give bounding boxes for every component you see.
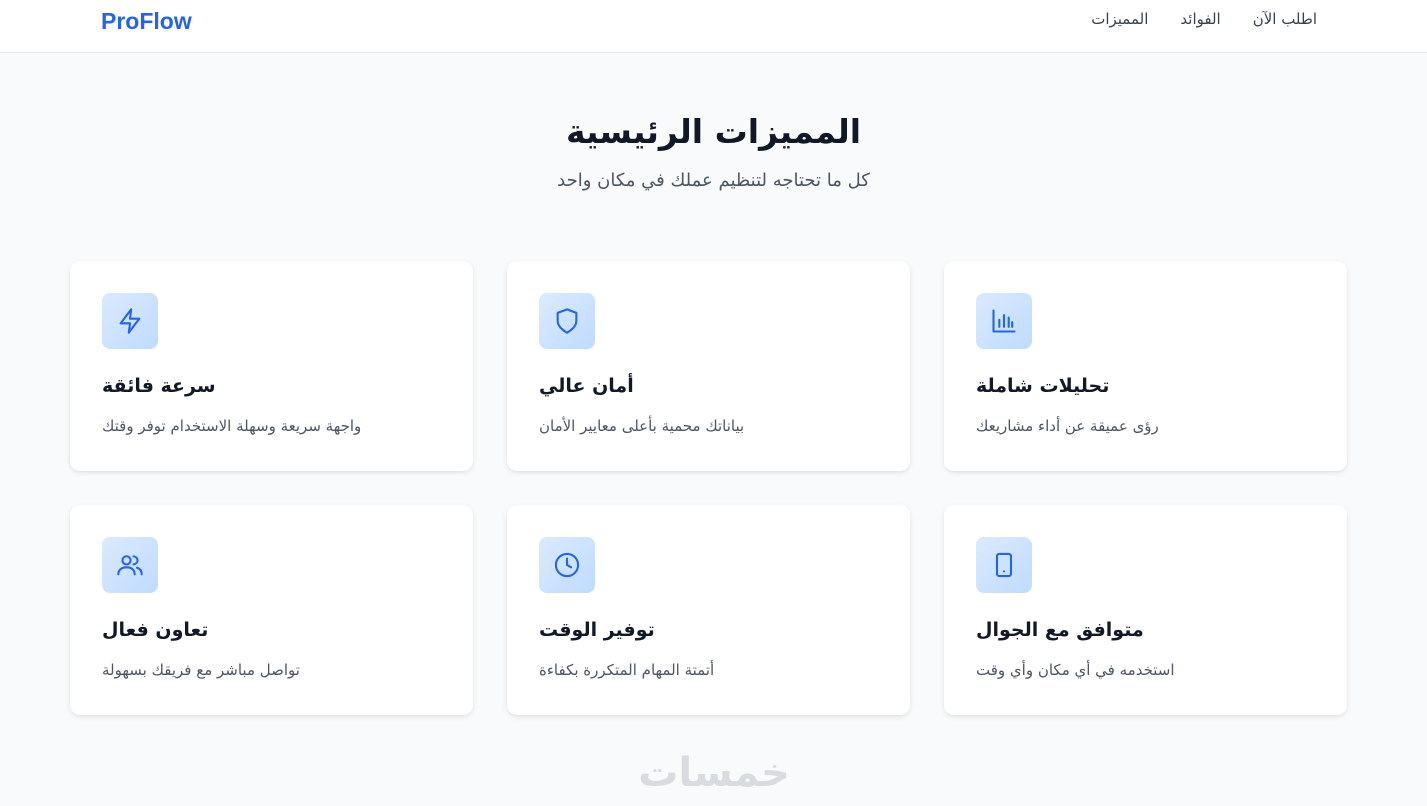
feature-card-mobile: متوافق مع الجوال استخدمه في أي مكان وأي … [944, 505, 1347, 715]
bar-chart-icon [976, 293, 1032, 349]
feature-card-time-saving: توفير الوقت أتمتة المهام المتكررة بكفاءة [507, 505, 910, 715]
feature-card-speed: سرعة فائقة واجهة سريعة وسهلة الاستخدام ت… [70, 261, 473, 471]
nav-links: اطلب الآن الفوائد المميزات [1091, 10, 1317, 28]
feature-card-analytics: تحليلات شاملة رؤى عميقة عن أداء مشاريعك [944, 261, 1347, 471]
section-title: المميزات الرئيسية [565, 112, 862, 151]
watermark-logo: خمسات [638, 750, 790, 796]
users-icon [102, 537, 158, 593]
shield-icon [539, 293, 595, 349]
card-description: أتمتة المهام المتكررة بكفاءة [539, 661, 715, 679]
card-description: رؤى عميقة عن أداء مشاريعك [976, 417, 1159, 435]
feature-card-security: أمان عالي بياناتك محمية بأعلى معايير الأ… [507, 261, 910, 471]
card-title: توفير الوقت [539, 619, 655, 641]
nav-link-features[interactable]: المميزات [1091, 10, 1148, 28]
card-description: واجهة سريعة وسهلة الاستخدام توفر وقتك [102, 417, 362, 435]
bolt-icon [102, 293, 158, 349]
card-title: سرعة فائقة [102, 375, 216, 397]
mobile-icon [976, 537, 1032, 593]
feature-card-collaboration: تعاون فعال تواصل مباشر مع فريقك بسهولة [70, 505, 473, 715]
card-title: متوافق مع الجوال [976, 619, 1144, 641]
card-title: تحليلات شاملة [976, 375, 1110, 397]
card-title: أمان عالي [539, 375, 634, 397]
card-title: تعاون فعال [102, 619, 209, 641]
section-subtitle: كل ما تحتاجه لتنظيم عملك في مكان واحد [557, 170, 870, 191]
top-navbar: ProFlow اطلب الآن الفوائد المميزات [0, 0, 1427, 53]
nav-link-benefits[interactable]: الفوائد [1180, 10, 1220, 28]
clock-icon [539, 537, 595, 593]
card-description: استخدمه في أي مكان وأي وقت [976, 661, 1175, 679]
logo[interactable]: ProFlow [101, 8, 192, 35]
nav-link-order-now[interactable]: اطلب الآن [1253, 10, 1317, 28]
card-description: بياناتك محمية بأعلى معايير الأمان [539, 417, 745, 435]
card-description: تواصل مباشر مع فريقك بسهولة [102, 661, 300, 679]
